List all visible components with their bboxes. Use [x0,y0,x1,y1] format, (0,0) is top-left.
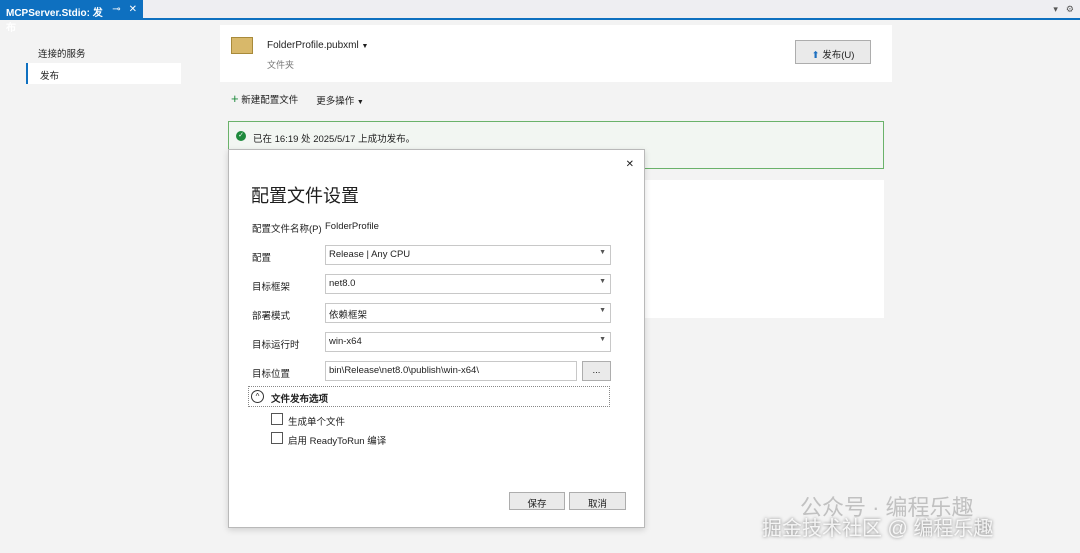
chevron-down-icon: ▼ [599,336,606,343]
pin-icon[interactable]: ⊸ [112,4,120,16]
checkbox-label: 启用 ReadyToRun 编译 [288,436,387,447]
close-icon[interactable]: ✕ [129,4,137,16]
deployment-mode-select[interactable]: 依赖框架 ▼ [325,303,611,323]
dialog-title: 配置文件设置 [251,186,359,206]
single-file-checkbox[interactable] [271,413,283,425]
browse-button[interactable]: ... [582,361,611,381]
banner-message: 已在 16:19 处 2025/5/17 上成功发布。 [253,134,416,145]
checkbox-label: 生成单个文件 [288,417,346,428]
chevron-down-icon: ▼ [599,249,606,256]
profile-settings-dialog: ✕ 配置文件设置 配置文件名称(P) FolderProfile 配置 Rele… [228,149,645,528]
sidebar-item-label: 连接的服务 [38,49,86,60]
publish-options-expander[interactable]: ^ 文件发布选项 [248,386,610,407]
close-icon[interactable]: ✕ [626,159,634,170]
success-check-icon: ✓ [236,131,246,141]
chevron-down-icon: ▼ [599,278,606,285]
sidebar-item-connected-services[interactable]: 连接的服务 [26,41,181,62]
field-label: 部署模式 [252,311,291,322]
target-location-label: 目标位置 [252,369,291,380]
folder-icon [231,37,253,54]
profile-card [220,25,892,82]
save-button[interactable]: 保存 [509,492,565,510]
chevron-down-icon: ▼ [599,307,606,314]
sidebar-item-label: 发布 [40,71,60,82]
chevron-up-icon: ^ [251,390,264,403]
sidebar-item-publish[interactable]: 发布 [26,63,181,84]
readytorun-checkbox[interactable] [271,432,283,444]
tab-title: MCPServer.Stdio: 发布 [6,8,103,34]
profile-selector[interactable]: FolderProfile.pubxml ▼ [267,40,368,51]
gear-icon[interactable]: ⚙ [1066,4,1074,15]
field-label: 目标运行时 [252,340,300,351]
tab-publish[interactable]: MCPServer.Stdio: 发布 ⊸ ✕ [0,0,143,34]
document-tab-bar: MCPServer.Stdio: 发布 ⊸ ✕ ▾ ⚙ [0,0,1080,34]
target-framework-select[interactable]: net8.0 ▼ [325,274,611,294]
profile-type: 文件夹 [267,60,295,70]
field-label: 配置 [252,253,272,264]
dropdown-icon[interactable]: ▾ [1053,4,1058,15]
target-runtime-select[interactable]: win-x64 ▼ [325,332,611,352]
target-location-input[interactable]: bin\Release\net8.0\publish\win-x64\ [325,361,577,381]
section-title: 文件发布选项 [271,394,329,405]
summary-card [645,180,884,318]
configuration-select[interactable]: Release | Any CPU ▼ [325,245,611,265]
toolbar: + 新建配置文件 更多操作 ▼ [231,91,364,107]
watermark-line2: 掘金技术社区 @ 编程乐趣 [762,518,994,540]
plus-icon: + [231,91,239,106]
cancel-button[interactable]: 取消 [569,492,626,510]
more-actions-button[interactable]: 更多操作 ▼ [316,91,364,107]
new-profile-button[interactable]: + 新建配置文件 [231,91,298,107]
profile-name-value: FolderProfile [325,221,379,232]
profile-name-label: 配置文件名称(P) [252,224,322,235]
field-label: 目标框架 [252,282,291,293]
publish-button[interactable]: ⬆ 发布(U) [795,40,871,64]
